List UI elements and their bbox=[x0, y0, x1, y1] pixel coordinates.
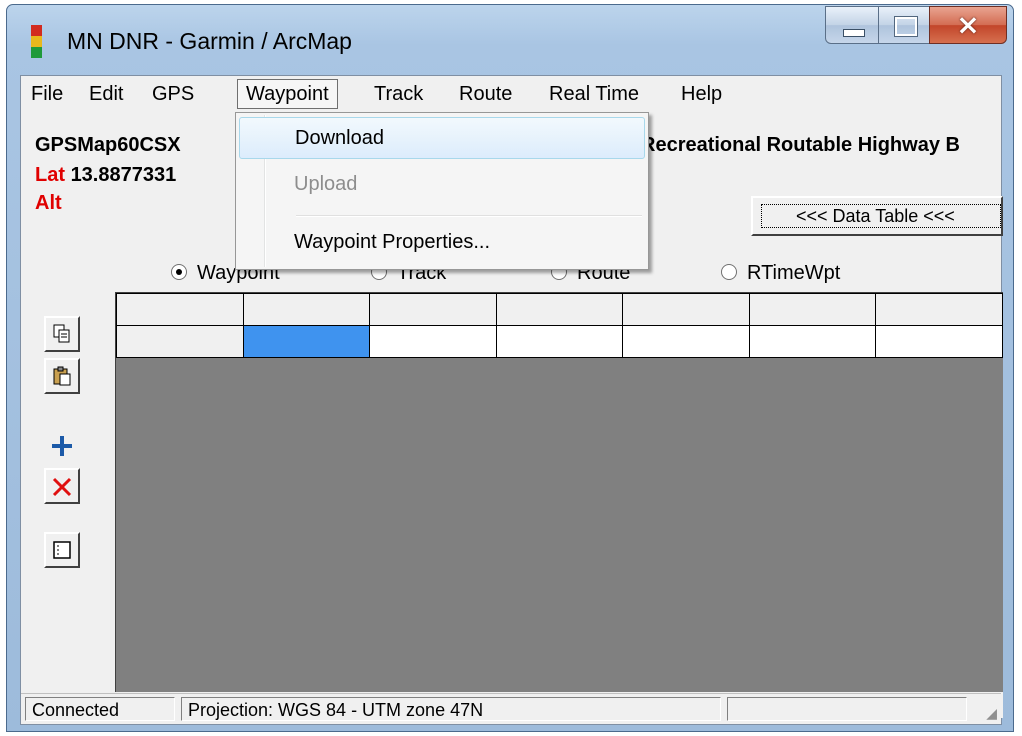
menu-item-upload: Upload bbox=[294, 173, 358, 195]
radio-dot-selected bbox=[171, 264, 187, 280]
gps-model-label: GPSMap60CSX bbox=[35, 134, 181, 156]
maximize-icon bbox=[894, 16, 918, 37]
menu-help[interactable]: Help bbox=[673, 79, 730, 109]
copy-button[interactable] bbox=[44, 316, 80, 352]
grid-header-cell[interactable] bbox=[495, 293, 624, 326]
grid-cell[interactable] bbox=[369, 325, 497, 358]
altitude-label: Alt bbox=[35, 192, 62, 214]
grid-header-cell[interactable] bbox=[875, 293, 1003, 326]
menu-track[interactable]: Track bbox=[366, 79, 431, 109]
menu-file[interactable]: File bbox=[23, 79, 71, 109]
status-projection: Projection: WGS 84 - UTM zone 47N bbox=[181, 697, 721, 721]
radio-rtimewpt[interactable]: RTimeWpt bbox=[721, 262, 840, 285]
grid-cell[interactable] bbox=[748, 325, 877, 358]
latitude-value: 13.8877331 bbox=[70, 164, 177, 186]
status-connection: Connected bbox=[25, 697, 175, 721]
menu-separator bbox=[296, 215, 642, 217]
data-grid-table bbox=[116, 293, 1003, 358]
latitude-label: Lat bbox=[35, 164, 65, 186]
client-area: File Edit GPS Waypoint Track Route Real … bbox=[20, 75, 1003, 725]
plus-icon bbox=[52, 436, 72, 456]
grid-header-cell[interactable] bbox=[242, 293, 371, 326]
minimize-button[interactable] bbox=[825, 6, 879, 44]
data-grid[interactable] bbox=[115, 292, 1003, 692]
grid-header-cell[interactable] bbox=[369, 293, 497, 326]
menu-waypoint[interactable]: Waypoint bbox=[237, 79, 338, 109]
grid-cell[interactable] bbox=[875, 325, 1003, 358]
properties-icon bbox=[53, 541, 71, 559]
add-button[interactable] bbox=[44, 428, 80, 464]
menu-item-download[interactable]: Download bbox=[239, 117, 645, 159]
table-row bbox=[116, 325, 1003, 358]
menu-bar: File Edit GPS Waypoint Track Route Real … bbox=[21, 76, 1001, 114]
latitude-row: Lat 13.8877331 bbox=[35, 164, 176, 187]
radio-rtimewpt-label: RTimeWpt bbox=[747, 262, 841, 284]
window-title: MN DNR - Garmin / ArcMap bbox=[67, 28, 352, 54]
properties-button[interactable] bbox=[44, 532, 80, 568]
grid-cell-selected[interactable] bbox=[242, 325, 371, 358]
menu-item-waypoint-properties[interactable]: Waypoint Properties... bbox=[239, 221, 645, 263]
grid-cell[interactable] bbox=[622, 325, 750, 358]
app-window: MN DNR - Garmin / ArcMap × File Edit GPS… bbox=[6, 4, 1014, 732]
grid-header-cell[interactable] bbox=[748, 293, 877, 326]
paste-icon bbox=[53, 366, 71, 386]
radio-dot bbox=[721, 264, 737, 280]
minimize-icon bbox=[843, 29, 865, 37]
data-table-button[interactable]: <<< Data Table <<< bbox=[751, 196, 1003, 236]
menu-gps[interactable]: GPS bbox=[144, 79, 202, 109]
grid-header-row bbox=[116, 293, 1003, 326]
delete-x-icon bbox=[52, 477, 72, 497]
delete-button[interactable] bbox=[44, 468, 80, 504]
grid-row-header[interactable] bbox=[116, 325, 244, 358]
grid-cell[interactable] bbox=[495, 325, 624, 358]
basemap-label: Recreational Routable Highway B bbox=[641, 134, 960, 156]
menu-real-time[interactable]: Real Time bbox=[541, 79, 647, 109]
grid-corner-cell bbox=[116, 293, 244, 326]
close-icon: × bbox=[956, 8, 980, 41]
app-icon bbox=[31, 25, 42, 59]
waypoint-menu-dropdown: Download Upload Waypoint Properties... bbox=[235, 112, 649, 270]
title-bar[interactable]: MN DNR - Garmin / ArcMap × bbox=[7, 5, 1013, 81]
close-button[interactable]: × bbox=[929, 6, 1007, 44]
resize-grip-icon[interactable]: ◢ bbox=[986, 705, 997, 722]
maximize-button[interactable] bbox=[878, 6, 930, 44]
paste-button[interactable] bbox=[44, 358, 80, 394]
grid-header-cell[interactable] bbox=[622, 293, 750, 326]
status-extra bbox=[727, 697, 967, 721]
menu-edit[interactable]: Edit bbox=[81, 79, 131, 109]
menu-route[interactable]: Route bbox=[451, 79, 520, 109]
data-table-button-label: <<< Data Table <<< bbox=[761, 204, 1001, 228]
status-bar: Connected Projection: WGS 84 - UTM zone … bbox=[21, 693, 1001, 724]
copy-icon bbox=[53, 324, 70, 343]
